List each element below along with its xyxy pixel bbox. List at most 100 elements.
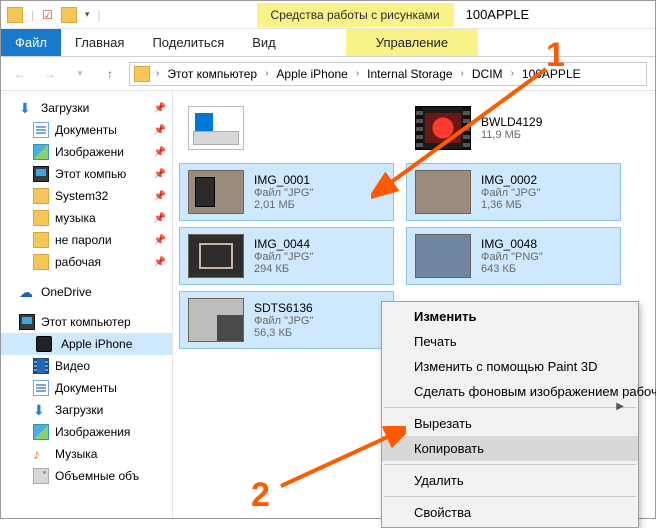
context-menu-item[interactable]: Печать — [382, 329, 638, 354]
sidebar-item[interactable]: ♪ Музыка — [1, 443, 172, 465]
file-type: Файл "JPG" — [254, 187, 313, 199]
img-icon — [33, 144, 49, 160]
file-type: Файл "JPG" — [254, 315, 313, 327]
file-type: Файл "JPG" — [254, 251, 313, 263]
back-button[interactable]: ← — [9, 63, 31, 85]
file-thumbnail — [188, 106, 244, 150]
drive-icon — [33, 468, 49, 484]
sidebar-item[interactable]: Документы — [1, 377, 172, 399]
sidebar-item[interactable]: Изображения — [1, 421, 172, 443]
context-menu-item[interactable]: Свойства — [382, 500, 638, 525]
sidebar-item[interactable]: Изображени 📌 — [1, 141, 172, 163]
breadcrumb[interactable]: › Этот компьютер › Apple iPhone › Intern… — [129, 62, 647, 86]
file-item[interactable]: IMG_0044 Файл "JPG" 294 КБ — [179, 227, 394, 285]
sidebar-item-label: Изображени — [55, 145, 124, 159]
img-icon — [33, 424, 49, 440]
tab-view[interactable]: Вид — [238, 29, 290, 56]
breadcrumb-segment[interactable]: 100APPLE — [520, 67, 583, 81]
video-icon — [33, 358, 49, 374]
folder-icon — [134, 66, 150, 82]
file-size: 294 КБ — [254, 263, 313, 275]
file-item[interactable]: IMG_0001 Файл "JPG" 2,01 МБ — [179, 163, 394, 221]
pin-icon: 📌 — [154, 147, 166, 158]
sidebar-item[interactable]: ⬇Загрузки — [1, 399, 172, 421]
sidebar-item-label: Этот компьютер — [41, 315, 131, 329]
file-item[interactable]: BWLD4129 11,9 МБ — [406, 99, 621, 157]
up-button[interactable]: ↑ — [99, 63, 121, 85]
folder-icon — [33, 232, 49, 248]
sidebar-item[interactable]: Документы📌 — [1, 119, 172, 141]
checkbox-icon[interactable]: ☑ — [42, 8, 53, 22]
sidebar-item-label: Музыка — [55, 447, 97, 461]
file-thumbnail — [415, 170, 471, 214]
music-icon: ♪ — [33, 446, 49, 462]
tab-file[interactable]: Файл — [1, 29, 61, 56]
sidebar-item-label: OneDrive — [41, 285, 92, 299]
tab-home[interactable]: Главная — [61, 29, 138, 56]
chevron-right-icon[interactable]: › — [459, 68, 466, 79]
context-menu: Изменить Печать Изменить с помощью Paint 3… — [381, 301, 639, 528]
file-thumbnail — [188, 170, 244, 214]
sidebar-item[interactable]: музыка📌 — [1, 207, 172, 229]
breadcrumb-segment[interactable]: Этот компьютер — [165, 67, 259, 81]
breadcrumb-segment[interactable]: Internal Storage — [365, 67, 454, 81]
file-name: IMG_0002 — [481, 173, 540, 187]
chevron-right-icon[interactable]: › — [263, 68, 270, 79]
sidebar-item-label: Apple iPhone — [61, 337, 132, 351]
sidebar-item-label: Документы — [55, 381, 117, 395]
sidebar-item-label: Загрузки — [41, 101, 89, 115]
sidebar-item[interactable]: не пароли📌 — [1, 229, 172, 251]
file-meta: IMG_0044 Файл "JPG" 294 КБ — [254, 237, 313, 275]
titlebar: | ☑ ▾ | Средства работы с рисунками 100A… — [1, 1, 655, 29]
chevron-right-icon[interactable]: › — [354, 68, 361, 79]
sidebar-item-label: Изображения — [55, 425, 130, 439]
context-menu-label: Изменить — [414, 309, 477, 324]
phone-icon — [36, 336, 52, 352]
qat-dropdown-icon[interactable]: ▾ — [85, 9, 90, 20]
chevron-right-icon[interactable]: › — [154, 68, 161, 79]
context-menu-item[interactable]: Вырезать — [382, 411, 638, 436]
breadcrumb-segment[interactable]: DCIM — [470, 67, 505, 81]
context-menu-item[interactable]: Сделать фоновым изображением рабочего ст… — [382, 379, 638, 404]
recent-dropdown-icon[interactable]: ▾ — [69, 63, 91, 85]
file-name: SDTS6136 — [254, 301, 313, 315]
sidebar-item-label: System32 — [55, 189, 108, 203]
context-menu-item[interactable]: Копировать — [382, 436, 638, 461]
pin-icon: 📌 — [154, 235, 166, 246]
file-item[interactable]: SDTS6136 Файл "JPG" 56,3 КБ — [179, 291, 394, 349]
file-item[interactable]: IMG_0048 Файл "PNG" 643 КБ — [406, 227, 621, 285]
sidebar-item-downloads[interactable]: ⬇ Загрузки 📌 — [1, 97, 172, 119]
breadcrumb-segment[interactable]: Apple iPhone — [274, 67, 349, 81]
file-name: BWLD4129 — [481, 115, 542, 129]
chevron-right-icon[interactable]: › — [509, 68, 516, 79]
context-menu-label: Свойства — [414, 505, 471, 520]
file-item[interactable] — [179, 99, 394, 157]
forward-button[interactable]: → — [39, 63, 61, 85]
sidebar-item[interactable]: Этот компью📌 — [1, 163, 172, 185]
pc-icon — [33, 166, 49, 182]
file-size: 2,01 МБ — [254, 199, 313, 211]
context-menu-item[interactable]: Изменить с помощью Paint 3D — [382, 354, 638, 379]
sidebar-item[interactable]: Видео — [1, 355, 172, 377]
sidebar-item-onedrive[interactable]: ☁ OneDrive — [1, 281, 172, 303]
folder-icon — [33, 210, 49, 226]
sidebar-item[interactable]: System32📌 — [1, 185, 172, 207]
sidebar-item[interactable]: Объемные объ — [1, 465, 172, 487]
folder-icon — [33, 254, 49, 270]
tab-manage[interactable]: Управление — [346, 29, 478, 56]
context-menu-label: Печать — [414, 334, 457, 349]
file-item[interactable]: IMG_0002 Файл "JPG" 1,36 МБ — [406, 163, 621, 221]
pin-icon: 📌 — [154, 257, 166, 268]
sidebar-item-this-pc[interactable]: Этот компьютер — [1, 311, 172, 333]
sidebar-item[interactable]: Apple iPhone — [1, 333, 172, 355]
tab-share[interactable]: Поделиться — [138, 29, 238, 56]
contextual-tab-label: Средства работы с рисунками — [257, 3, 454, 27]
sidebar-item[interactable]: рабочая📌 — [1, 251, 172, 273]
context-menu-label: Сделать фоновым изображением рабочего ст… — [414, 384, 656, 399]
download-icon: ⬇ — [19, 100, 35, 116]
context-menu-item[interactable]: Изменить — [382, 304, 638, 329]
folder-icon — [33, 188, 49, 204]
context-menu-item[interactable]: Удалить — [382, 468, 638, 493]
divider: | — [31, 8, 34, 22]
context-menu-label: Копировать — [414, 441, 484, 456]
